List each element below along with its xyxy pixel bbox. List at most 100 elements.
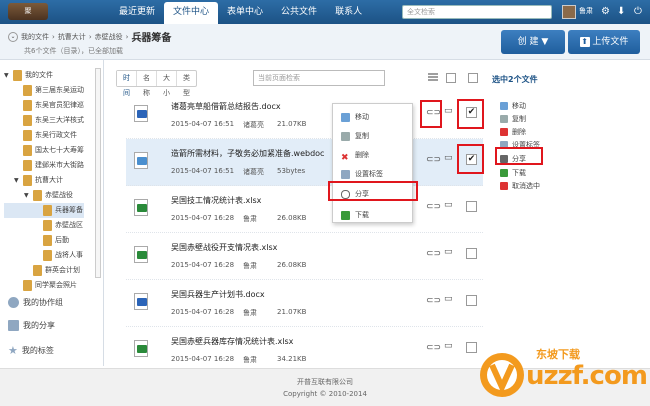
panel-action-copy[interactable]: 复制 (500, 114, 526, 124)
tree-node[interactable]: 战将人事 (4, 248, 84, 263)
comment-icon[interactable]: ▭ (444, 247, 453, 257)
file-date: 2015-04-07 16:28 (171, 261, 235, 269)
link-icon[interactable]: ⊂⊃ (426, 296, 441, 306)
folder-icon (23, 85, 32, 96)
uzzf-watermark: 东坡下载 uzzf.com (478, 343, 648, 399)
sidebar-scrollbar[interactable] (95, 68, 101, 278)
file-checkbox[interactable] (466, 201, 477, 212)
file-size: 26.08KB (277, 261, 307, 269)
expand-toggle-icon[interactable]: ▼ (24, 188, 33, 203)
link-icon[interactable]: ⊂⊃ (426, 155, 441, 165)
panel-action-delete[interactable]: 删除 (500, 127, 526, 137)
select-all-checkbox[interactable] (468, 73, 478, 83)
file-size: 21.07KB (277, 308, 307, 316)
file-row[interactable]: 吴国兵器生产计划书.docx 2015-04-07 16:28 鲁肃 21.07KB ⊂… (126, 280, 483, 327)
power-icon[interactable]: ⏻ (634, 6, 642, 18)
download-icon[interactable]: ⬇ (617, 6, 625, 18)
breadcrumb-item[interactable]: 赤壁战役 (95, 32, 123, 42)
sidebar-item-collab-groups[interactable]: 我的协作组 (8, 297, 63, 308)
file-name[interactable]: 吴国赤壁战役开支情况表.xlsx (171, 242, 277, 253)
sort-by-time[interactable]: 时间 (117, 71, 137, 97)
sort-by-name[interactable]: 名称 (137, 71, 157, 97)
comment-icon[interactable]: ▭ (444, 153, 453, 163)
tree-node[interactable]: 东吴行政文件 (4, 128, 84, 143)
user-name[interactable]: 鲁肃 (579, 6, 593, 16)
link-icon[interactable]: ⊂⊃ (426, 202, 441, 212)
breadcrumb-item[interactable]: 我的文件 (21, 32, 49, 42)
tree-node[interactable]: 兵器筹备 (4, 203, 84, 218)
expand-toggle-icon[interactable]: ▼ (14, 173, 23, 188)
tree-node[interactable]: 建邺米市大街路 (4, 158, 84, 173)
comment-icon[interactable]: ▭ (444, 106, 453, 116)
file-row[interactable]: 吴国赤壁战役开支情况表.xlsx 2015-04-07 16:28 鲁肃 26.08K… (126, 233, 483, 280)
link-icon[interactable]: ⊂⊃ (426, 249, 441, 259)
tag-icon (341, 169, 350, 179)
sort-by-size[interactable]: 大小 (157, 71, 177, 97)
comment-icon[interactable]: ▭ (444, 294, 453, 304)
sidebar-item-my-shares[interactable]: 我的分享 (8, 320, 55, 331)
file-name[interactable]: 吴国赤壁兵器库存情况统计表.xlsx (171, 336, 293, 347)
nav-form-center[interactable]: 表单中心 (218, 0, 272, 24)
menu-item-copy[interactable]: 复制 (341, 129, 369, 143)
tree-node[interactable]: ▼ 抗曹大计 (4, 173, 84, 188)
file-row[interactable]: 造箭所需材料，子敬务必加紧准备.webdoc 2015-04-07 16:51 诸葛… (126, 139, 483, 186)
page-search-input[interactable]: 当前页面检索 (253, 70, 385, 86)
delete-icon (500, 128, 508, 136)
breadcrumb-item[interactable]: 抗曹大计 (58, 32, 86, 42)
link-icon[interactable]: ⊂⊃ (426, 343, 441, 353)
tree-node[interactable]: ▼ 我的文件 (4, 68, 84, 83)
menu-item-download[interactable]: 下载 (341, 208, 369, 222)
panel-action-label: 移动 (512, 102, 526, 110)
menu-item-set-tag[interactable]: 设置标签 (341, 167, 383, 181)
panel-action-deselect[interactable]: 取消选中 (500, 181, 540, 191)
nav-recent[interactable]: 最近更新 (110, 0, 164, 24)
tree-node[interactable]: 赤壁战区 (4, 218, 84, 233)
tree-node[interactable]: ▼ 赤壁战役 (4, 188, 84, 203)
tree-node[interactable]: 东吴三大洋核式 (4, 113, 84, 128)
panel-action-download[interactable]: 下载 (500, 168, 526, 178)
tree-node[interactable]: 第三届东吴运动 (4, 83, 84, 98)
file-name[interactable]: 吴国兵器生产计划书.docx (171, 289, 265, 300)
file-checkbox[interactable] (466, 295, 477, 306)
file-name[interactable]: 造箭所需材料，子敬务必加紧准备.webdoc (171, 148, 324, 159)
tree-node-label: 群英会计划 (45, 266, 80, 274)
list-view-icon[interactable] (428, 73, 438, 83)
upload-button[interactable]: ⬆ 上传文件 (568, 30, 640, 54)
file-row[interactable]: 吴国技工情况统计表.xlsx 2015-04-07 16:28 鲁肃 26.08KB ⊂… (126, 186, 483, 233)
tree-node[interactable]: 东吴官员犯律巡 (4, 98, 84, 113)
file-name[interactable]: 诸葛亮草船借箭总结报告.docx (171, 101, 281, 112)
tree-node[interactable]: 后勤 (4, 233, 84, 248)
back-circle-icon[interactable]: ⌄ (8, 31, 18, 42)
tree-node[interactable]: 群英会计划 (4, 263, 84, 278)
gear-icon[interactable]: ⚙ (601, 6, 610, 18)
nav-public-files[interactable]: 公共文件 (272, 0, 326, 24)
highlight-panel-share (495, 147, 543, 165)
expand-toggle-icon[interactable]: ▼ (4, 68, 13, 83)
file-row[interactable]: 吴国赤壁兵器库存情况统计表.xlsx 2015-04-07 16:28 鲁肃 34.2… (126, 327, 483, 374)
excel-file-icon (134, 246, 148, 263)
webdoc-file-icon (134, 152, 148, 169)
tree-node[interactable]: 同学聚会照片 (4, 278, 84, 293)
comment-icon[interactable]: ▭ (444, 341, 453, 351)
global-search-input[interactable]: 全文检索 (402, 5, 552, 19)
file-name[interactable]: 吴国技工情况统计表.xlsx (171, 195, 261, 206)
sort-by-type[interactable]: 类型 (177, 71, 196, 97)
user-avatar[interactable] (562, 5, 576, 19)
file-checkbox[interactable] (466, 342, 477, 353)
file-checkbox[interactable] (466, 248, 477, 259)
tree-node[interactable]: 国太七十大寿筹 (4, 143, 84, 158)
create-button[interactable]: 创 建 ▼ (501, 30, 565, 54)
sidebar-item-my-tags[interactable]: ★ 我的标签 (8, 344, 54, 357)
sidebar-item-label: 我的标签 (21, 346, 54, 355)
menu-item-delete[interactable]: ✖ 删除 (341, 148, 369, 163)
panel-action-move[interactable]: 移动 (500, 101, 526, 111)
nav-contacts[interactable]: 联系人 (326, 0, 371, 24)
nav-file-center[interactable]: 文件中心 (164, 2, 219, 24)
menu-item-move[interactable]: 移动 (341, 110, 369, 124)
comment-icon[interactable]: ▭ (444, 200, 453, 210)
word-file-icon (134, 105, 148, 122)
grid-view-icon[interactable] (446, 73, 456, 83)
selection-panel: 选中2个文件 (492, 74, 538, 85)
app-logo[interactable]: 聚 (8, 3, 48, 20)
file-type-mark (137, 298, 147, 306)
